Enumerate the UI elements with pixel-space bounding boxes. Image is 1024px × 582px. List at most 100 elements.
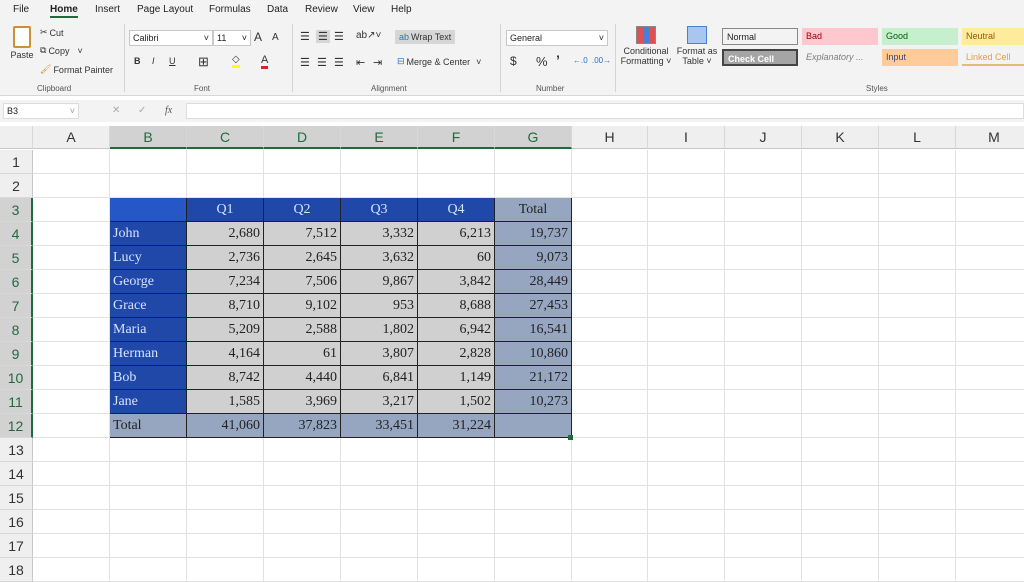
cancel-icon[interactable]: ✕ bbox=[112, 105, 120, 116]
table-cell[interactable]: 3,332 bbox=[341, 222, 418, 246]
column-header-g[interactable]: G bbox=[495, 126, 572, 149]
table-row-name[interactable]: Herman bbox=[110, 342, 187, 366]
total-row-label[interactable]: Total bbox=[110, 414, 187, 438]
format-as-table-button[interactable]: Format as Table ˅ bbox=[675, 26, 719, 66]
table-row-total[interactable]: 28,449 bbox=[495, 270, 572, 294]
font-name-select[interactable]: Calibri ˅ bbox=[129, 30, 213, 46]
select-all-corner[interactable] bbox=[0, 126, 33, 149]
borders-button[interactable]: ⊞ bbox=[198, 54, 209, 70]
style-neutral[interactable]: Neutral bbox=[962, 28, 1024, 45]
table-cell[interactable]: 9,102 bbox=[264, 294, 341, 318]
number-format-select[interactable]: General ˅ bbox=[506, 30, 608, 46]
align-bottom-button[interactable]: ☰ bbox=[334, 30, 344, 43]
table-cell[interactable]: 6,213 bbox=[418, 222, 495, 246]
column-header-h[interactable]: H bbox=[572, 126, 648, 149]
paste-button[interactable]: Paste bbox=[9, 26, 35, 60]
decrease-decimal-button[interactable]: .00→ bbox=[592, 56, 611, 65]
table-cell[interactable]: 2,736 bbox=[187, 246, 264, 270]
currency-button[interactable]: $ bbox=[510, 54, 517, 68]
table-cell[interactable]: 6,942 bbox=[418, 318, 495, 342]
row-header-18[interactable]: 18 bbox=[0, 558, 33, 582]
column-header-j[interactable]: J bbox=[725, 126, 802, 149]
comma-style-button[interactable]: ’ bbox=[556, 52, 560, 68]
bold-button[interactable]: B bbox=[134, 56, 141, 66]
conditional-formatting-button[interactable]: Conditional Formatting ˅ bbox=[620, 26, 672, 66]
increase-indent-button[interactable]: ⇥ bbox=[373, 56, 382, 69]
underline-button[interactable]: U bbox=[169, 56, 176, 66]
enter-icon[interactable]: ✓ bbox=[138, 105, 146, 116]
table-row-name[interactable]: Jane bbox=[110, 390, 187, 414]
row-header-14[interactable]: 14 bbox=[0, 462, 33, 486]
table-row-name[interactable]: Bob bbox=[110, 366, 187, 390]
cut-button[interactable]: ✂ Cut bbox=[40, 27, 64, 38]
shrink-font-button[interactable]: A bbox=[272, 32, 279, 43]
style-good[interactable]: Good bbox=[882, 28, 958, 45]
total-row-cell[interactable]: 37,823 bbox=[264, 414, 341, 438]
fill-handle[interactable] bbox=[568, 435, 573, 440]
column-header-f[interactable]: F bbox=[418, 126, 495, 149]
table-row-name[interactable]: George bbox=[110, 270, 187, 294]
column-header-l[interactable]: L bbox=[879, 126, 956, 149]
table-row-total[interactable]: 10,860 bbox=[495, 342, 572, 366]
align-left-button[interactable]: ☰ bbox=[300, 56, 310, 69]
row-header-11[interactable]: 11 bbox=[0, 390, 33, 414]
table-row-total[interactable]: 10,273 bbox=[495, 390, 572, 414]
table-cell[interactable]: 7,512 bbox=[264, 222, 341, 246]
table-cell[interactable]: 8,710 bbox=[187, 294, 264, 318]
table-cell[interactable]: 3,217 bbox=[341, 390, 418, 414]
table-row-name[interactable]: Lucy bbox=[110, 246, 187, 270]
table-cell[interactable]: 7,506 bbox=[264, 270, 341, 294]
table-cell[interactable]: 61 bbox=[264, 342, 341, 366]
table-cell[interactable]: 1,149 bbox=[418, 366, 495, 390]
grow-font-button[interactable]: A bbox=[254, 30, 262, 44]
font-size-select[interactable]: 11 ˅ bbox=[213, 30, 251, 46]
table-header-q4[interactable]: Q4 bbox=[418, 198, 495, 222]
row-header-9[interactable]: 9 bbox=[0, 342, 33, 366]
row-header-10[interactable]: 10 bbox=[0, 366, 33, 390]
tab-review[interactable]: Review bbox=[305, 4, 338, 15]
table-cell[interactable]: 953 bbox=[341, 294, 418, 318]
table-cell[interactable]: 1,502 bbox=[418, 390, 495, 414]
table-cell[interactable]: 3,632 bbox=[341, 246, 418, 270]
wrap-text-button[interactable]: ab Wrap Text bbox=[395, 30, 456, 44]
tab-help[interactable]: Help bbox=[391, 4, 412, 15]
table-header-q3[interactable]: Q3 bbox=[341, 198, 418, 222]
column-header-c[interactable]: C bbox=[187, 126, 264, 149]
row-header-1[interactable]: 1 bbox=[0, 150, 33, 174]
orientation-button[interactable]: ab↗˅ bbox=[356, 30, 381, 41]
tab-formulas[interactable]: Formulas bbox=[209, 4, 251, 15]
table-cell[interactable]: 2,588 bbox=[264, 318, 341, 342]
table-cell[interactable]: 8,742 bbox=[187, 366, 264, 390]
table-cell[interactable]: 8,688 bbox=[418, 294, 495, 318]
style-linked-cell[interactable]: Linked Cell bbox=[962, 49, 1024, 66]
table-cell[interactable]: 3,969 bbox=[264, 390, 341, 414]
table-row-total[interactable]: 19,737 bbox=[495, 222, 572, 246]
row-header-2[interactable]: 2 bbox=[0, 174, 33, 198]
insert-function-icon[interactable]: fx bbox=[165, 105, 172, 116]
total-row-cell[interactable]: 41,060 bbox=[187, 414, 264, 438]
table-row-total[interactable]: 21,172 bbox=[495, 366, 572, 390]
total-row-cell[interactable]: 31,224 bbox=[418, 414, 495, 438]
row-header-13[interactable]: 13 bbox=[0, 438, 33, 462]
table-cell[interactable]: 4,164 bbox=[187, 342, 264, 366]
total-row-grand-total[interactable] bbox=[495, 414, 572, 438]
table-header-total[interactable]: Total bbox=[495, 198, 572, 222]
tab-file[interactable]: File bbox=[13, 4, 29, 15]
align-middle-button[interactable]: ☰ bbox=[316, 30, 330, 43]
column-header-k[interactable]: K bbox=[802, 126, 879, 149]
tab-page-layout[interactable]: Page Layout bbox=[137, 4, 193, 15]
table-row-name[interactable]: Maria bbox=[110, 318, 187, 342]
table-header-q1[interactable]: Q1 bbox=[187, 198, 264, 222]
table-cell[interactable]: 6,841 bbox=[341, 366, 418, 390]
table-header-q2[interactable]: Q2 bbox=[264, 198, 341, 222]
table-row-name[interactable]: John bbox=[110, 222, 187, 246]
fill-color-button[interactable]: ◇ bbox=[232, 54, 240, 68]
style-normal[interactable]: Normal bbox=[722, 28, 798, 45]
row-header-16[interactable]: 16 bbox=[0, 510, 33, 534]
copy-button[interactable]: ⧉ Copy ˅ bbox=[40, 45, 83, 56]
total-row-cell[interactable]: 33,451 bbox=[341, 414, 418, 438]
table-cell[interactable]: 4,440 bbox=[264, 366, 341, 390]
row-header-3[interactable]: 3 bbox=[0, 198, 33, 222]
percent-button[interactable]: % bbox=[536, 54, 548, 69]
tab-home[interactable]: Home bbox=[50, 4, 78, 18]
